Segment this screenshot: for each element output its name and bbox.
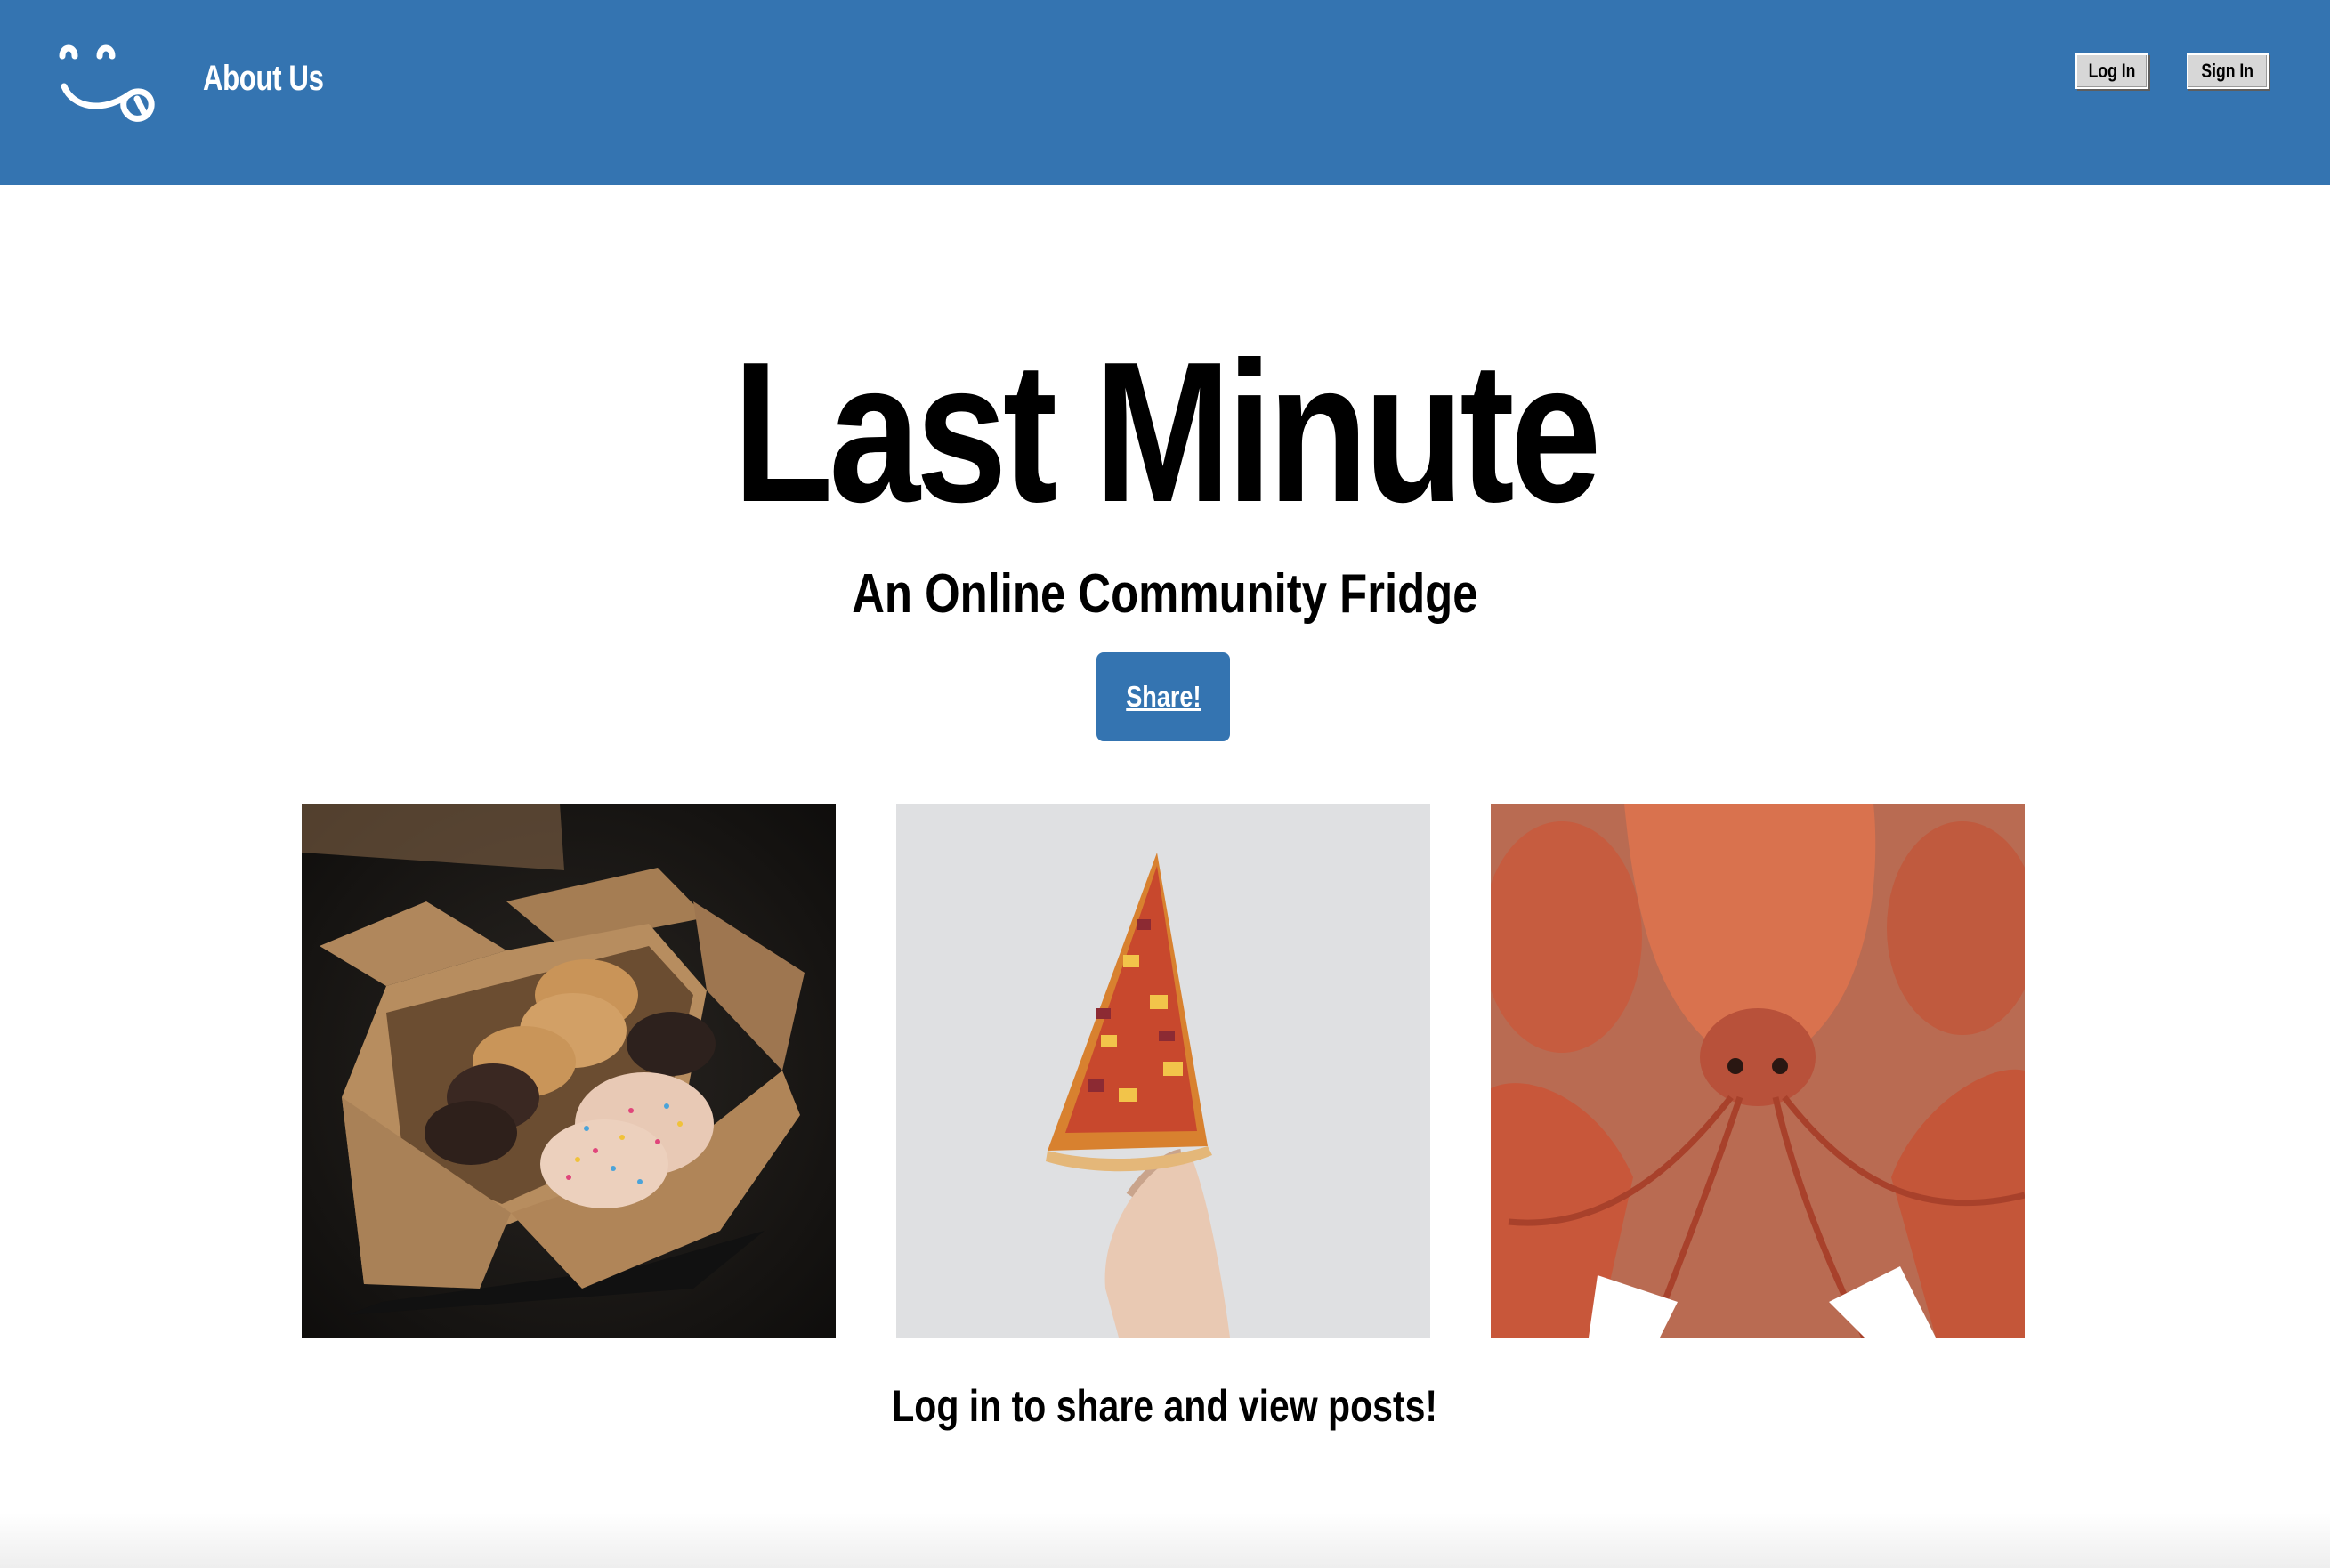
page-subtitle: An Online Community Fridge	[0, 559, 2330, 630]
page-bottom-divider	[0, 1513, 2330, 1568]
smiley-face-logo-icon[interactable]	[55, 40, 158, 129]
signin-button[interactable]: Sign In	[2187, 53, 2269, 89]
login-prompt: Log in to share and view posts!	[0, 1375, 2330, 1437]
page-title-text: Last Minute	[732, 319, 1602, 544]
share-button[interactable]: Share!	[1096, 652, 1230, 741]
pizza-slice-image	[896, 804, 1430, 1338]
login-button[interactable]: Log In	[2075, 53, 2148, 89]
top-navbar: About Us Log In Sign In	[0, 0, 2330, 185]
page-title: Last Minute	[0, 316, 2330, 547]
page-subtitle-text: An Online Community Fridge	[852, 563, 1478, 625]
cookies-box-image	[302, 804, 836, 1338]
share-label: Share!	[1125, 680, 1201, 713]
login-label: Log In	[2088, 60, 2136, 82]
signin-label: Sign In	[2201, 60, 2254, 82]
lobster-image	[1491, 804, 2025, 1338]
login-prompt-text: Log in to share and view posts!	[892, 1381, 1438, 1431]
about-us-link[interactable]: About Us	[203, 59, 324, 99]
